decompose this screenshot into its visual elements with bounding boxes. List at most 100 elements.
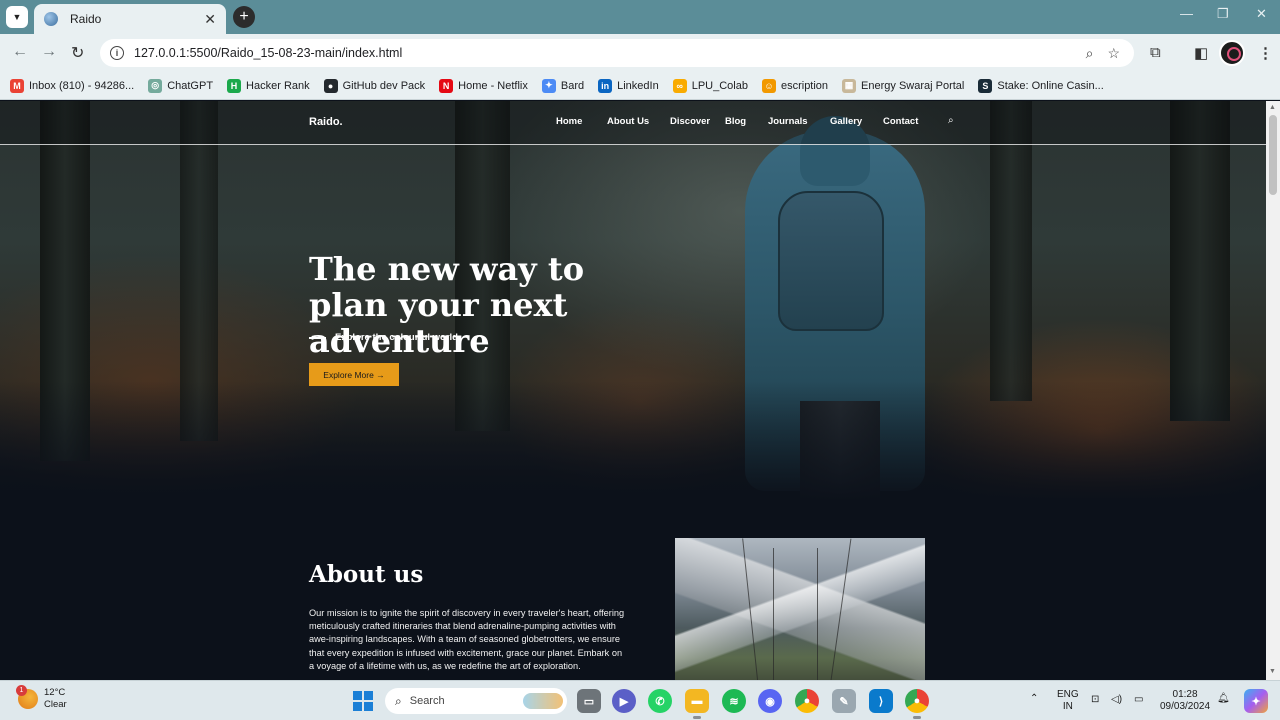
bookmark-item[interactable]: N Home - Netflix [439, 78, 528, 93]
hackerrank-icon: H [227, 78, 242, 93]
weather-text: 12°C Clear [44, 687, 67, 711]
bookmark-item[interactable]: ☺ escription [761, 78, 829, 93]
back-icon[interactable]: ← [12, 43, 28, 61]
taskbar-search[interactable]: ⌕ Search [385, 688, 567, 714]
portal-icon: ▦ [842, 78, 857, 93]
bridge-cable [829, 538, 852, 680]
bookmark-item[interactable]: ◎ ChatGPT [148, 78, 213, 93]
notifications-bell-icon[interactable]: 🔔︎ [1217, 693, 1230, 705]
browser-tab[interactable]: Raido ✕ [34, 4, 226, 34]
netflix-icon: N [439, 78, 454, 93]
site-navbar: Raido. Home About Us Discover Blog Journ… [0, 101, 1266, 145]
bridge-cable [817, 548, 818, 680]
notification-badge: 1 [16, 685, 27, 696]
windows-start-icon[interactable] [353, 691, 373, 711]
teams-icon[interactable]: ▶ [612, 689, 636, 713]
bookmark-label: escription [780, 79, 829, 92]
volume-icon[interactable]: ◁) [1111, 694, 1122, 706]
nav-about-us[interactable]: About Us [607, 116, 670, 127]
tab-close-icon[interactable]: ✕ [204, 11, 216, 28]
page-scrollbar[interactable]: ▲ ▼ [1266, 101, 1280, 680]
nav-contact[interactable]: Contact [883, 116, 933, 127]
bookmark-label: LPU_Colab [691, 79, 748, 92]
bookmark-item[interactable]: ▦ Energy Swaraj Portal [842, 78, 964, 93]
search-highlight-icon [523, 693, 563, 709]
vscode-icon[interactable]: ⟩ [869, 689, 893, 713]
hero-tree [1170, 101, 1230, 421]
bookmark-star-icon[interactable]: ☆ [1107, 45, 1120, 62]
hero-subtitle: Explore the colourful world [309, 332, 458, 343]
bookmark-item[interactable]: in LinkedIn [598, 78, 659, 93]
bookmark-item[interactable]: ● GitHub dev Pack [323, 78, 425, 93]
menu-kebab-icon[interactable]: ⋮ [1258, 44, 1273, 62]
hero-tree [990, 101, 1032, 401]
extensions-icon[interactable]: ⧉ [1150, 44, 1161, 61]
search-icon[interactable]: ⌕ [948, 115, 954, 126]
bookmark-item[interactable]: ✦ Bard [541, 78, 584, 93]
nav-journals[interactable]: Journals [768, 116, 830, 127]
chevron-down-icon: ▼ [12, 12, 22, 22]
battery-icon[interactable]: ▭ [1134, 694, 1143, 706]
search-icon: ⌕ [395, 693, 402, 708]
weather-desc: Clear [44, 699, 67, 710]
bridge-cable [742, 538, 759, 680]
whatsapp-icon[interactable]: ✆ [648, 689, 672, 713]
about-text: Our mission is to ignite the spirit of d… [309, 608, 625, 671]
tab-search-button[interactable]: ▼ [6, 6, 28, 28]
github-icon: ● [323, 78, 338, 93]
hero-section: Raido. Home About Us Discover Blog Journ… [0, 101, 1266, 501]
chatgpt-icon: ◎ [148, 78, 163, 93]
bookmark-item[interactable]: M Inbox (810) - 94286... [10, 78, 134, 93]
gmail-icon: M [10, 78, 24, 93]
forward-icon[interactable]: → [41, 43, 57, 61]
clock[interactable]: 01:28 09/03/2024 [1160, 689, 1210, 713]
site-info-icon[interactable]: i [110, 46, 124, 60]
scroll-thumb[interactable] [1269, 115, 1277, 195]
address-bar[interactable]: i 127.0.0.1:5500/Raido_15-08-23-main/ind… [100, 39, 1134, 67]
profile-avatar[interactable] [1219, 40, 1245, 66]
zoom-icon[interactable]: ⌕ [1086, 45, 1094, 62]
clock-date: 09/03/2024 [1160, 701, 1211, 712]
new-tab-button[interactable]: + [233, 6, 255, 28]
file-explorer-icon[interactable]: ▬ [685, 689, 709, 719]
bookmark-item[interactable]: ∞ LPU_Colab [672, 78, 748, 93]
bookmarks-bar: M Inbox (810) - 94286... ◎ ChatGPT H Hacker R… [0, 72, 1280, 100]
explore-more-button[interactable]: Explore More → [309, 363, 399, 386]
bookmark-label: Home - Netflix [458, 79, 528, 92]
task-view-icon[interactable]: ▭ [577, 689, 601, 713]
bridge-cable [773, 548, 774, 680]
spotify-icon[interactable]: ≋ [722, 689, 746, 713]
nav-home[interactable]: Home [556, 116, 607, 127]
network-icon[interactable]: ⊡ [1091, 694, 1099, 706]
chrome-icon[interactable]: ● [795, 689, 819, 713]
bookmark-item[interactable]: S Stake: Online Casin... [978, 78, 1104, 93]
tray-chevron-icon[interactable]: ⌃ [1030, 693, 1038, 705]
windows-taskbar: 1 12°C Clear ⌕ Search ▭ ▶ ✆ ▬ ≋ ◉ ● ✎ ⟩ … [0, 680, 1280, 720]
scroll-down-icon[interactable]: ▼ [1269, 668, 1276, 675]
minimize-button[interactable]: — [1180, 6, 1193, 21]
close-window-button[interactable]: ✕ [1256, 6, 1267, 22]
weather-widget[interactable]: 1 12°C Clear [16, 685, 67, 711]
url-text[interactable]: 127.0.0.1:5500/Raido_15-08-23-main/index… [134, 46, 1086, 60]
scroll-up-icon[interactable]: ▲ [1269, 104, 1276, 111]
bookmark-item[interactable]: H Hacker Rank [227, 78, 310, 93]
language-indicator[interactable]: ENG IN [1057, 689, 1079, 713]
hero-fade [0, 381, 1266, 501]
subtitle-dash [309, 336, 326, 339]
discord-icon[interactable]: ◉ [758, 689, 782, 713]
maximize-button[interactable]: ❐ [1217, 6, 1229, 22]
bookmark-label: Hacker Rank [246, 79, 310, 92]
nav-blog[interactable]: Blog [725, 116, 768, 127]
bard-icon: ✦ [541, 78, 556, 93]
weather-temp: 12°C [44, 687, 66, 698]
site-logo[interactable]: Raido. [309, 116, 343, 128]
nav-gallery[interactable]: Gallery [830, 116, 883, 127]
side-panel-icon[interactable]: ◧ [1194, 44, 1208, 62]
hero-subtitle-text: Explore the colourful world [335, 332, 458, 343]
copilot-icon[interactable]: ✦ [1244, 689, 1268, 713]
reload-icon[interactable]: ↻ [71, 43, 84, 63]
notepad-icon[interactable]: ✎ [832, 689, 856, 713]
about-title: About us [309, 561, 424, 588]
chrome-active-icon[interactable]: ● [905, 689, 929, 719]
nav-discover[interactable]: Discover [670, 116, 725, 127]
